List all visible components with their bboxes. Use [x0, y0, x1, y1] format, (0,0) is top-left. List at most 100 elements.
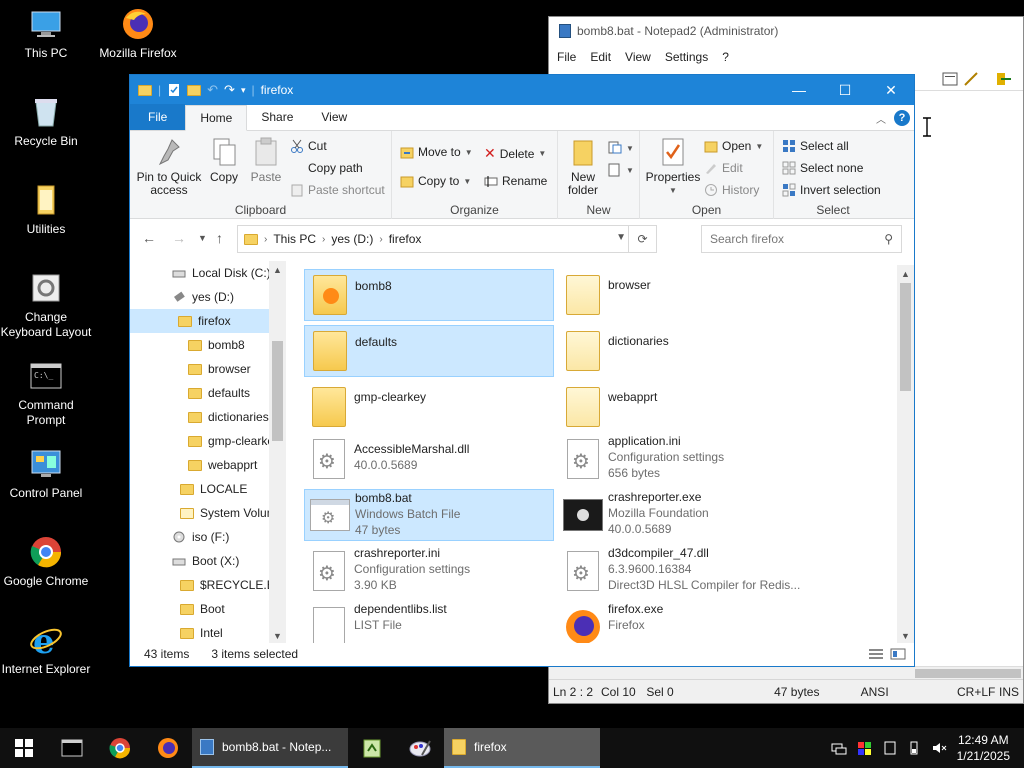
- file-tile-bomb8[interactable]: bomb8: [304, 269, 554, 321]
- file-tile-accessiblemarshal-dll[interactable]: ⚙ AccessibleMarshal.dll 40.0.0.5689: [304, 433, 554, 485]
- menu-view[interactable]: View: [625, 50, 651, 64]
- file-tile-defaults[interactable]: defaults: [304, 325, 554, 377]
- taskbar-chrome[interactable]: [96, 728, 144, 768]
- nav-item-intel[interactable]: Intel: [180, 621, 223, 643]
- rename-button[interactable]: Rename: [484, 174, 547, 188]
- large-icons-view-icon[interactable]: [890, 648, 906, 660]
- tab-file[interactable]: File: [130, 104, 186, 130]
- menu-file[interactable]: File: [557, 50, 576, 64]
- move-to-button[interactable]: Move to ▼: [400, 145, 473, 159]
- nav-item-gmp-clearkey[interactable]: gmp-clearkey: [188, 429, 280, 453]
- taskbar-task-notepad2[interactable]: bomb8.bat - Notep...: [192, 728, 348, 768]
- navigation-pane[interactable]: Local Disk (C:) yes (D:) firefox bomb8 b…: [130, 261, 287, 643]
- nav-item-locale[interactable]: LOCALE: [180, 477, 247, 501]
- breadcrumb-folder[interactable]: firefox: [389, 232, 422, 246]
- nav-item-bomb8[interactable]: bomb8: [188, 333, 245, 357]
- select-all-button[interactable]: Select all: [782, 139, 849, 153]
- taskbar-paint[interactable]: [396, 728, 444, 768]
- nav-item-boot[interactable]: Boot: [180, 597, 225, 621]
- easy-access-button[interactable]: ▼: [608, 163, 634, 177]
- chevron-down-icon[interactable]: ▼: [616, 232, 626, 243]
- start-button[interactable]: [0, 728, 48, 768]
- scroll-down-icon[interactable]: ▼: [273, 631, 282, 641]
- scroll-down-icon[interactable]: ▼: [901, 631, 910, 641]
- file-tile-firefox-exe[interactable]: firefox.exe Firefox: [558, 601, 808, 643]
- paste-shortcut-button[interactable]: Paste shortcut: [290, 183, 385, 197]
- taskbar-task-firefox-folder[interactable]: firefox: [444, 728, 600, 768]
- breadcrumb-this-pc[interactable]: This PC: [273, 232, 316, 246]
- paste-button[interactable]: Paste: [246, 137, 286, 184]
- content-scrollbar[interactable]: ▲ ▼: [897, 265, 914, 643]
- desktop-icon-change-keyboard-layout[interactable]: Change Keyboard Layout: [0, 270, 92, 340]
- properties-icon[interactable]: [167, 83, 181, 97]
- redo-icon[interactable]: ↷: [224, 82, 235, 98]
- scroll-thumb[interactable]: [900, 283, 911, 391]
- details-view-icon[interactable]: [868, 648, 884, 660]
- recent-locations-button[interactable]: ▼: [198, 233, 207, 243]
- title-bar[interactable]: | ↶ ↷ ▾ | firefox — ☐ ✕: [130, 75, 914, 105]
- volume-muted-icon[interactable]: [931, 741, 947, 755]
- file-tile-application-ini[interactable]: ⚙ application.ini Configuration settings…: [558, 433, 808, 485]
- file-tile-gmp-clearkey[interactable]: gmp-clearkey: [304, 381, 554, 433]
- back-button[interactable]: ←: [142, 230, 156, 246]
- chevron-down-icon[interactable]: ▾: [241, 85, 246, 96]
- undo-icon[interactable]: ↶: [207, 82, 218, 98]
- title-bar[interactable]: bomb8.bat - Notepad2 (Administrator): [549, 17, 1023, 45]
- navigation-scrollbar[interactable]: ▲ ▼: [269, 261, 286, 643]
- scroll-up-icon[interactable]: ▲: [901, 269, 910, 279]
- help-icon[interactable]: ?: [894, 110, 910, 126]
- copy-button[interactable]: Copy: [204, 137, 244, 184]
- color-profile-icon[interactable]: [857, 741, 873, 755]
- tab-home[interactable]: Home: [185, 105, 248, 131]
- search-input[interactable]: Search firefox ⚲: [701, 225, 902, 253]
- cut-button[interactable]: Cut: [290, 139, 327, 153]
- address-bar[interactable]: › This PC › yes (D:) › firefox ▼ ⟳: [237, 225, 657, 253]
- breadcrumb-drive[interactable]: yes (D:): [331, 232, 373, 246]
- minimize-button[interactable]: —: [776, 75, 822, 105]
- horizontal-scrollbar[interactable]: [549, 666, 1023, 679]
- taskbar-command-prompt[interactable]: [48, 728, 96, 768]
- taskbar-notepad-pinned[interactable]: [348, 728, 396, 768]
- forward-button[interactable]: →: [172, 230, 186, 246]
- new-folder-icon[interactable]: [187, 84, 202, 96]
- pin-to-quick-access-button[interactable]: Pin to Quick access: [136, 137, 202, 197]
- tab-view[interactable]: View: [307, 104, 361, 130]
- desktop-icon-google-chrome[interactable]: Google Chrome: [0, 534, 92, 589]
- desktop-icon-recycle-bin[interactable]: Recycle Bin: [0, 94, 92, 149]
- file-tile-browser[interactable]: browser: [558, 269, 808, 321]
- file-tile-dictionaries[interactable]: dictionaries: [558, 325, 808, 377]
- nav-item-local-disk-c[interactable]: Local Disk (C:): [172, 261, 271, 285]
- file-tile-crashreporter-ini[interactable]: ⚙ crashreporter.ini Configuration settin…: [304, 545, 554, 597]
- close-button[interactable]: ✕: [868, 75, 914, 105]
- desktop-icon-this-pc[interactable]: This PC: [0, 6, 92, 61]
- menu-settings[interactable]: Settings: [665, 50, 708, 64]
- file-tile-d3dcompiler-dll[interactable]: ⚙ d3dcompiler_47.dll 6.3.9600.16384 Dire…: [558, 545, 808, 597]
- properties-button[interactable]: Properties ▼: [644, 137, 702, 197]
- scroll-up-icon[interactable]: ▲: [273, 265, 282, 275]
- nav-item-defaults[interactable]: defaults: [188, 381, 250, 405]
- tab-share[interactable]: Share: [247, 104, 307, 130]
- usb-eject-icon[interactable]: [907, 741, 921, 755]
- delete-button[interactable]: ✕ Delete ▼: [484, 145, 546, 162]
- nav-item-dictionaries[interactable]: dictionaries: [188, 405, 269, 429]
- desktop-icon-control-panel[interactable]: Control Panel: [0, 446, 92, 501]
- file-list[interactable]: bomb8 browser defaults dictionaries gmp-…: [302, 267, 900, 643]
- nav-item-firefox[interactable]: firefox: [130, 309, 269, 333]
- up-button[interactable]: ↑: [216, 230, 223, 246]
- invert-selection-button[interactable]: Invert selection: [782, 183, 881, 197]
- file-tile-dependentlibs-list[interactable]: dependentlibs.list LIST File: [304, 601, 554, 643]
- desktop-icon-command-prompt[interactable]: C:\_ Command Prompt: [0, 358, 92, 428]
- copy-to-button[interactable]: Copy to ▼: [400, 174, 471, 188]
- scroll-thumb[interactable]: [272, 341, 283, 441]
- select-none-button[interactable]: Select none: [782, 161, 863, 175]
- chevron-up-icon[interactable]: ︿: [876, 111, 886, 126]
- edit-button[interactable]: Edit: [704, 161, 743, 175]
- nav-item-iso-f[interactable]: iso (F:): [172, 525, 229, 549]
- file-tile-bomb8-bat[interactable]: ⚙ bomb8.bat Windows Batch File 47 bytes: [304, 489, 554, 541]
- nav-item-browser[interactable]: browser: [188, 357, 251, 381]
- open-button[interactable]: Open ▼: [704, 139, 763, 153]
- new-folder-button[interactable]: New folder: [562, 137, 604, 197]
- nav-item-usb-d[interactable]: yes (D:): [172, 285, 234, 309]
- history-button[interactable]: History: [704, 183, 759, 197]
- file-tile-crashreporter-exe[interactable]: crashreporter.exe Mozilla Foundation 40.…: [558, 489, 808, 541]
